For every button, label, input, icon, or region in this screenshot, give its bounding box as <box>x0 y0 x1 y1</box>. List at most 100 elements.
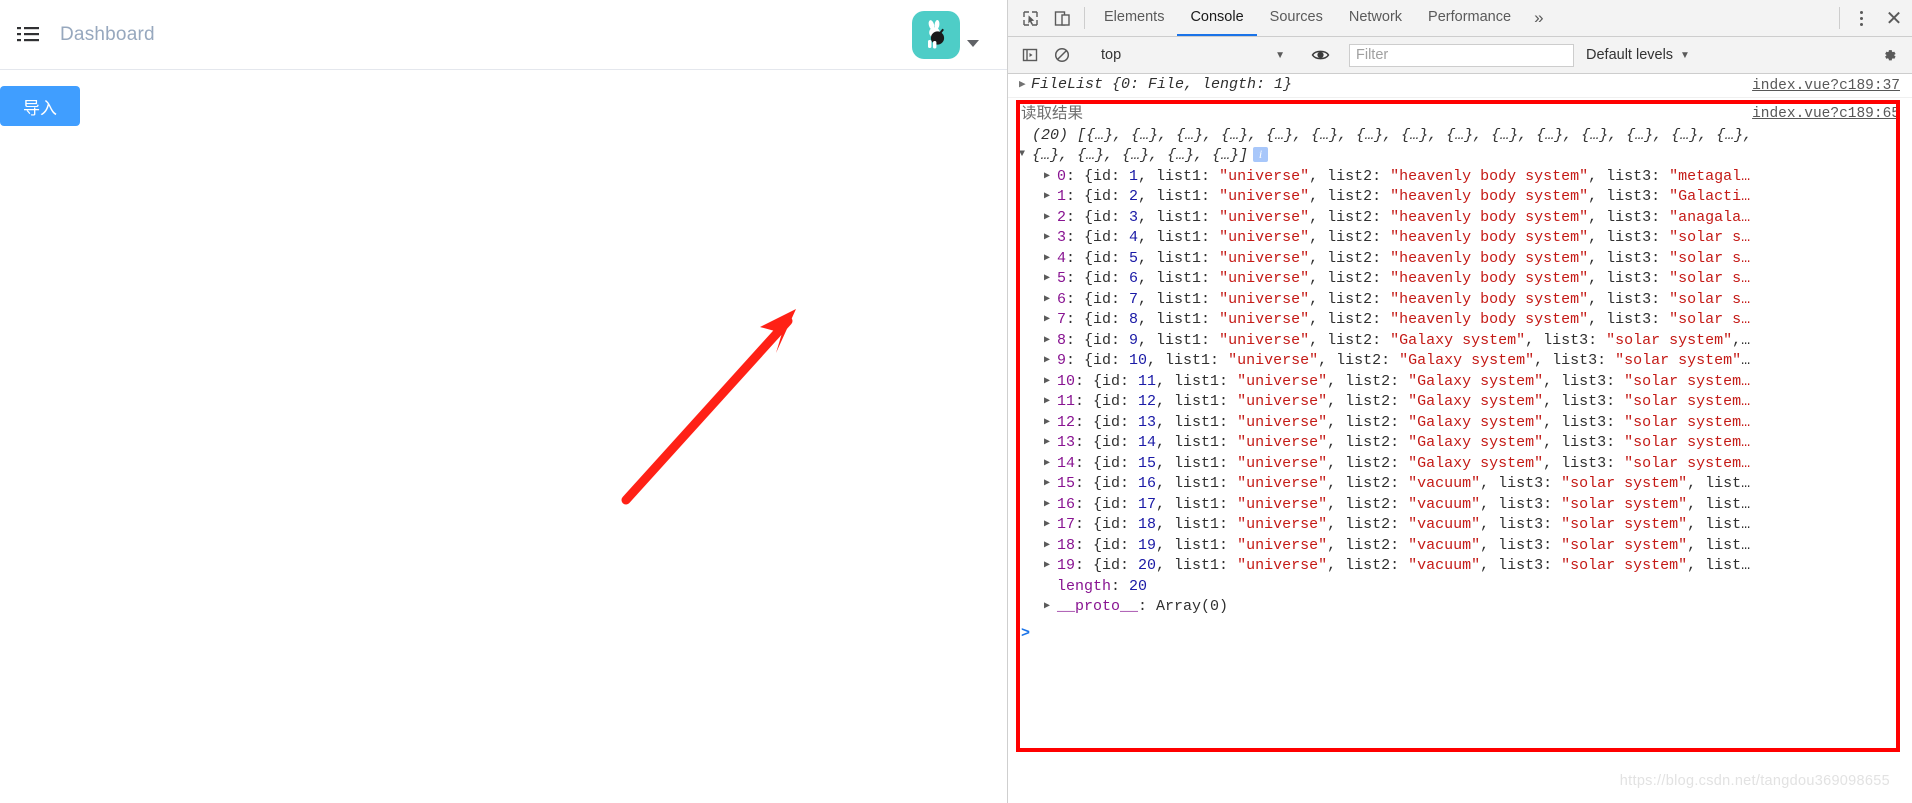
array-item-row[interactable]: ▶ 16: {id: 17, list1: "universe", list2: … <box>1008 495 1912 516</box>
array-item-row[interactable]: ▶ 10: {id: 11, list1: "universe", list2: … <box>1008 372 1912 393</box>
tab-sources[interactable]: Sources <box>1257 0 1336 36</box>
source-link-2[interactable]: index.vue?c189:65 <box>1752 104 1900 125</box>
device-toolbar-icon[interactable] <box>1046 0 1078 36</box>
array-item-sep: , list1: <box>1147 352 1229 369</box>
import-button[interactable]: 导入 <box>0 86 80 126</box>
array-proto-row[interactable]: ▶ __proto__: Array(0) <box>1008 597 1912 618</box>
array-item-list1: "universe" <box>1219 208 1310 226</box>
expand-triangle-icon[interactable]: ▶ <box>1044 536 1057 557</box>
array-item-row[interactable]: ▶ 14: {id: 15, list1: "universe", list2: … <box>1008 454 1912 475</box>
close-icon[interactable]: ✕ <box>1876 0 1912 36</box>
array-item-row[interactable]: ▶ 3: {id: 4, list1: "universe", list2: "h… <box>1008 228 1912 249</box>
array-item-sep: , list1: <box>1156 557 1238 574</box>
array-item-row[interactable]: ▶ 15: {id: 16, list1: "universe", list2: … <box>1008 474 1912 495</box>
array-item-row[interactable]: ▶ 2: {id: 3, list1: "universe", list2: "h… <box>1008 208 1912 229</box>
array-item-row[interactable]: ▶ 8: {id: 9, list1: "universe", list2: "G… <box>1008 331 1912 352</box>
clear-console-icon[interactable] <box>1046 47 1078 63</box>
array-item-sep: , list2: <box>1327 372 1409 390</box>
hamburger-menu-icon[interactable] <box>16 22 42 48</box>
tab-elements[interactable]: Elements <box>1091 0 1177 36</box>
expand-triangle-icon[interactable]: ▶ <box>1044 208 1057 229</box>
array-item-row[interactable]: ▶ 17: {id: 18, list1: "universe", list2: … <box>1008 515 1912 536</box>
console-output[interactable]: ▶ FileList {0: File, length: 1} index.vu… <box>1008 74 1912 803</box>
expand-triangle-icon[interactable]: ▶ <box>1044 495 1057 516</box>
array-preview-row[interactable]: ▼ (20) [{…}, {…}, {…}, {…}, {…}, {…}, {…… <box>1008 126 1912 167</box>
array-item-index: 16 <box>1057 495 1076 513</box>
tab-network[interactable]: Network <box>1336 0 1415 36</box>
info-badge-icon[interactable]: i <box>1253 147 1269 162</box>
array-item-row[interactable]: ▶ 12: {id: 13, list1: "universe", list2: … <box>1008 413 1912 434</box>
expand-triangle-icon[interactable]: ▶ <box>1044 167 1057 188</box>
expand-triangle-icon[interactable]: ▶ <box>1044 372 1057 393</box>
console-entry-filelist[interactable]: ▶ FileList {0: File, length: 1} index.vu… <box>1008 74 1912 98</box>
array-item-row[interactable]: ▶ 5: {id: 6, list1: "universe", list2: "h… <box>1008 269 1912 290</box>
execution-context-select[interactable]: top ▼ <box>1095 44 1291 67</box>
collapse-triangle-icon[interactable]: ▼ <box>1019 126 1032 166</box>
inspect-element-icon[interactable] <box>1014 0 1046 36</box>
console-entry-array-group: 读取结果 index.vue?c189:65 ▼ (20) [{…}, {…},… <box>1008 98 1912 618</box>
array-item-row[interactable]: ▶ 1: {id: 2, list1: "universe", list2: "h… <box>1008 187 1912 208</box>
expand-triangle-icon[interactable]: ▶ <box>1044 474 1057 495</box>
more-tabs-icon[interactable]: » <box>1524 0 1553 36</box>
expand-triangle-icon[interactable]: ▶ <box>1044 331 1057 352</box>
array-item-row[interactable]: ▶ 6: {id: 7, list1: "universe", list2: "h… <box>1008 290 1912 311</box>
array-item-sep: , list3: <box>1480 557 1562 574</box>
chevron-down-icon[interactable] <box>967 40 979 47</box>
expand-triangle-icon[interactable]: ▶ <box>1019 75 1031 96</box>
array-items-list: ▶ 0: {id: 1, list1: "universe", list2: "h… <box>1008 167 1912 577</box>
array-item-row[interactable]: ▶ 7: {id: 8, list1: "universe", list2: "h… <box>1008 310 1912 331</box>
expand-triangle-icon[interactable]: ▶ <box>1044 269 1057 290</box>
array-item-row[interactable]: ▶ 11: {id: 12, list1: "universe", list2: … <box>1008 392 1912 413</box>
avatar[interactable] <box>912 10 960 59</box>
array-item-text: 9: {id: 10, list1: "universe", list2: "G… <box>1057 351 1750 372</box>
array-item-sep: , list2: <box>1327 413 1409 431</box>
array-item-sep: : {id: <box>1066 270 1130 287</box>
console-sidebar-icon[interactable] <box>1014 47 1046 63</box>
array-item-sep: , list2: <box>1309 229 1391 246</box>
expand-triangle-icon[interactable]: ▶ <box>1044 249 1057 270</box>
live-expression-icon[interactable] <box>1304 47 1336 63</box>
expand-triangle-icon[interactable]: ▶ <box>1044 351 1057 372</box>
tab-performance[interactable]: Performance <box>1415 0 1524 36</box>
array-item-sep: , list1: <box>1138 208 1220 226</box>
log-levels-select[interactable]: Default levels ▼ <box>1586 47 1690 63</box>
source-link[interactable]: index.vue?c189:37 <box>1752 76 1900 97</box>
expand-triangle-icon[interactable]: ▶ <box>1044 392 1057 413</box>
expand-triangle-icon[interactable]: ▶ <box>1044 454 1057 475</box>
array-item-sep: , list3: <box>1534 352 1616 369</box>
array-item-sep: , list3: <box>1480 536 1562 554</box>
array-item-row[interactable]: ▶ 18: {id: 19, list1: "universe", list2: … <box>1008 536 1912 557</box>
expand-triangle-icon[interactable]: ▶ <box>1044 290 1057 311</box>
expand-triangle-icon[interactable]: ▶ <box>1044 187 1057 208</box>
expand-triangle-icon[interactable]: ▶ <box>1044 433 1057 454</box>
expand-triangle-icon[interactable]: ▶ <box>1044 556 1057 577</box>
expand-triangle-icon[interactable]: ▶ <box>1044 310 1057 331</box>
array-item-sep: : {id: <box>1066 352 1130 369</box>
array-item-text: 10: {id: 11, list1: "universe", list2: "… <box>1057 372 1750 393</box>
expand-triangle-icon-proto[interactable]: ▶ <box>1044 597 1057 618</box>
expand-triangle-icon[interactable]: ▶ <box>1044 228 1057 249</box>
array-item-trail: , list… <box>1687 557 1751 574</box>
console-prompt[interactable]: > <box>1008 618 1912 642</box>
array-item-row[interactable]: ▶ 13: {id: 14, list1: "universe", list2: … <box>1008 433 1912 454</box>
array-item-sep: , list3: <box>1588 188 1670 205</box>
filter-input[interactable] <box>1349 43 1574 67</box>
breadcrumb[interactable]: Dashboard <box>60 24 155 46</box>
gear-icon[interactable] <box>1875 47 1903 64</box>
more-options-icon[interactable] <box>1846 0 1876 36</box>
array-item-list1: "universe" <box>1219 311 1310 328</box>
avatar-dropdown[interactable] <box>912 10 979 59</box>
array-item-list1: "universe" <box>1237 434 1328 451</box>
array-item-list2: "vacuum" <box>1408 557 1481 574</box>
expand-triangle-icon[interactable]: ▶ <box>1044 413 1057 434</box>
array-item-sep: : {id: <box>1075 372 1139 390</box>
array-item-row[interactable]: ▶ 0: {id: 1, list1: "universe", list2: "h… <box>1008 167 1912 188</box>
expand-triangle-icon[interactable]: ▶ <box>1044 515 1057 536</box>
array-item-list1: "universe" <box>1219 249 1310 267</box>
tab-console[interactable]: Console <box>1177 0 1257 36</box>
array-item-row[interactable]: ▶ 9: {id: 10, list1: "universe", list2: "… <box>1008 351 1912 372</box>
array-item-row[interactable]: ▶ 19: {id: 20, list1: "universe", list2: … <box>1008 556 1912 577</box>
array-item-row[interactable]: ▶ 4: {id: 5, list1: "universe", list2: "h… <box>1008 249 1912 270</box>
array-item-list2: "heavenly body system" <box>1390 188 1589 205</box>
array-item-sep: : {id: <box>1066 167 1130 185</box>
